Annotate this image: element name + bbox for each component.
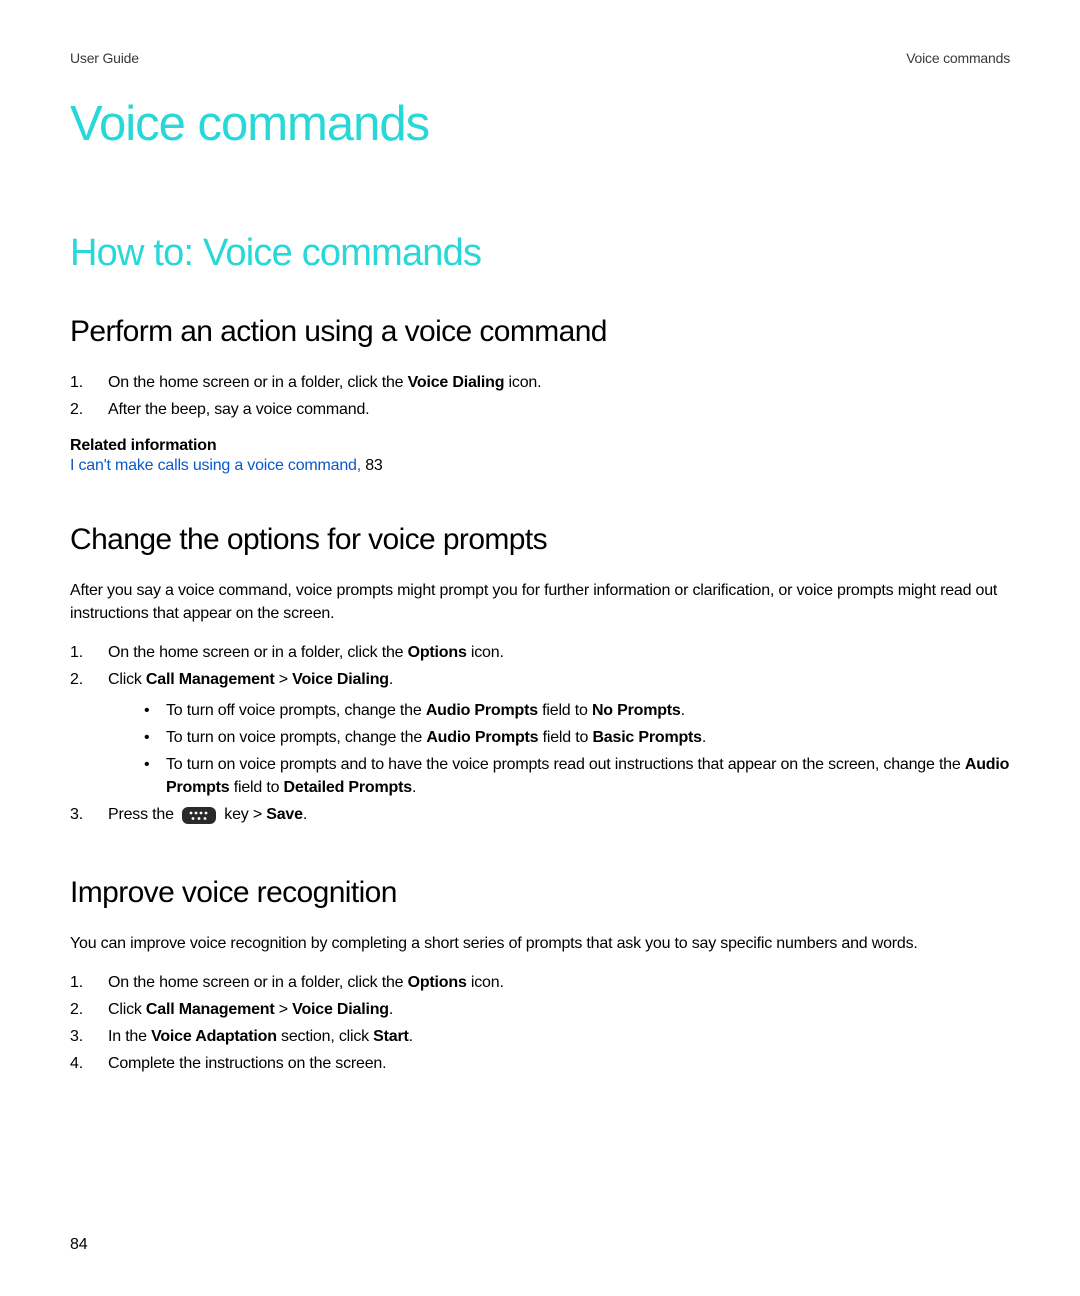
subsection-perform-action: Perform an action using a voice command bbox=[70, 315, 1010, 349]
list-item: Click Call Management > Voice Dialing. T… bbox=[70, 668, 1010, 800]
header-left: User Guide bbox=[70, 50, 139, 66]
related-link[interactable]: I can't make calls using a voice command… bbox=[70, 457, 365, 474]
list-item: On the home screen or in a folder, click… bbox=[70, 641, 1010, 666]
list-item: To turn on voice prompts, change the Aud… bbox=[108, 726, 1010, 749]
section-title: How to: Voice commands bbox=[70, 232, 1010, 275]
list-item: Click Call Management > Voice Dialing. bbox=[70, 998, 1010, 1023]
list-item: To turn on voice prompts and to have the… bbox=[108, 753, 1010, 799]
list-item: Complete the instructions on the screen. bbox=[70, 1052, 1010, 1077]
related-page: 83 bbox=[365, 457, 382, 474]
list-item: Press the key > Save. bbox=[70, 803, 1010, 828]
intro-improve-recognition: You can improve voice recognition by com… bbox=[70, 932, 1010, 955]
subsection-improve-recognition: Improve voice recognition bbox=[70, 876, 1010, 910]
intro-change-options: After you say a voice command, voice pro… bbox=[70, 579, 1010, 625]
steps-improve-recognition: On the home screen or in a folder, click… bbox=[70, 971, 1010, 1076]
steps-perform-action: On the home screen or in a folder, click… bbox=[70, 371, 1010, 423]
steps-change-options: On the home screen or in a folder, click… bbox=[70, 641, 1010, 828]
subsection-change-options: Change the options for voice prompts bbox=[70, 523, 1010, 557]
list-item: On the home screen or in a folder, click… bbox=[70, 971, 1010, 996]
bullets-change-options: To turn off voice prompts, change the Au… bbox=[108, 699, 1010, 800]
page-title: Voice commands bbox=[70, 96, 1010, 152]
related-link-row: I can't make calls using a voice command… bbox=[70, 457, 1010, 475]
list-item: In the Voice Adaptation section, click S… bbox=[70, 1025, 1010, 1050]
related-information-heading: Related information bbox=[70, 437, 1010, 455]
list-item: On the home screen or in a folder, click… bbox=[70, 371, 1010, 396]
menu-key-icon bbox=[182, 807, 216, 824]
header-right: Voice commands bbox=[906, 50, 1010, 66]
list-item: To turn off voice prompts, change the Au… bbox=[108, 699, 1010, 722]
list-item: After the beep, say a voice command. bbox=[70, 398, 1010, 423]
page-number: 84 bbox=[70, 1236, 87, 1254]
page-header: User Guide Voice commands bbox=[70, 50, 1010, 66]
